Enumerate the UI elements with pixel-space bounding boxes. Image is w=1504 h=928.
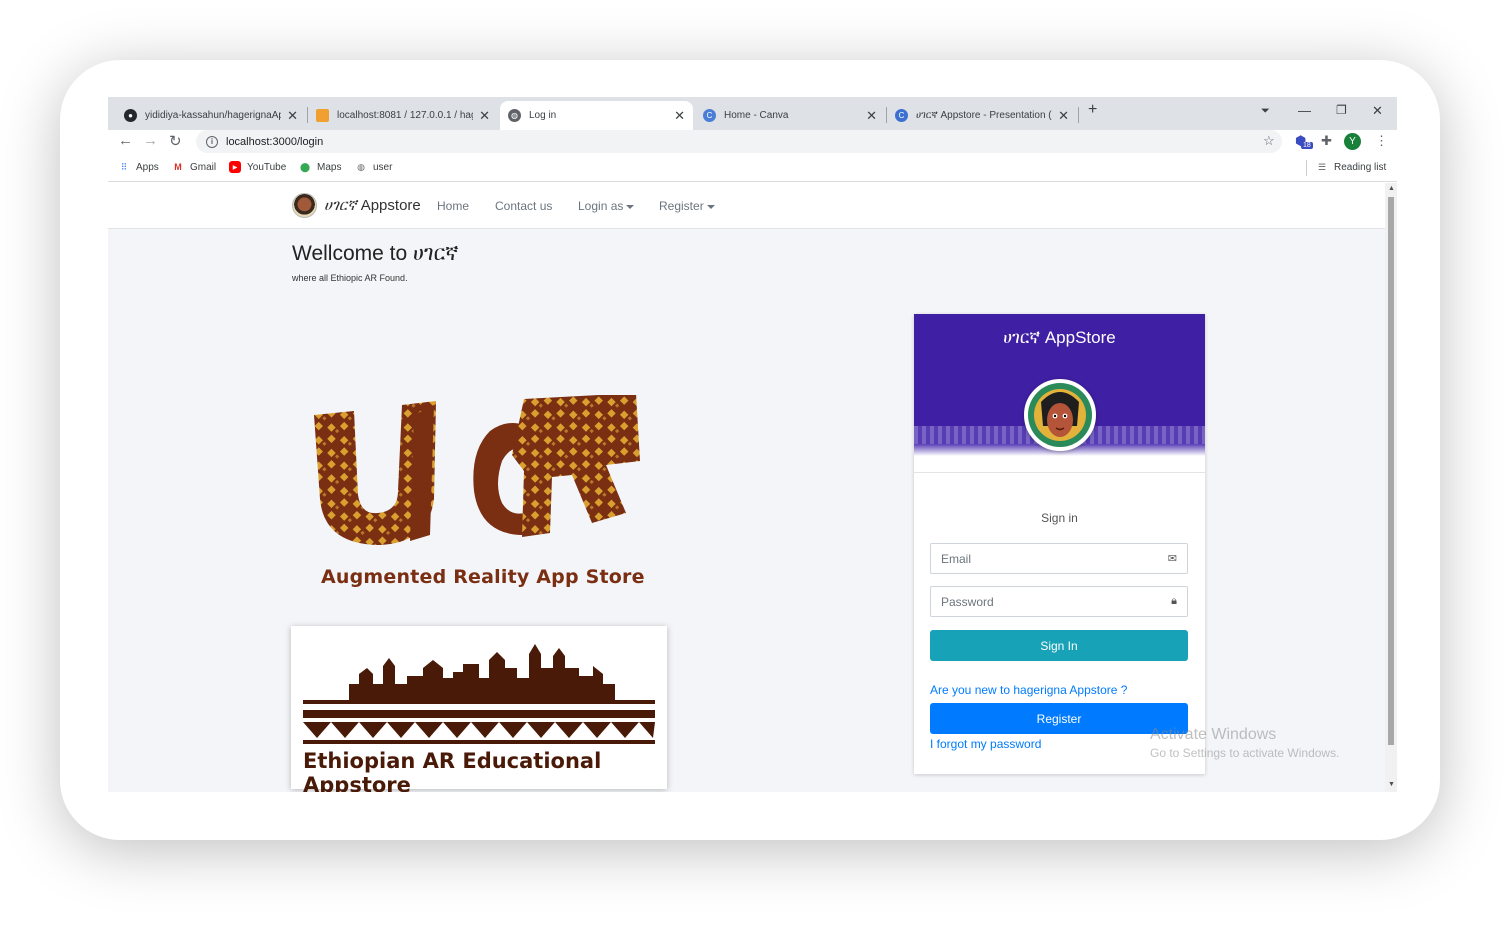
bookmarks-bar: ⠿ Apps M Gmail ▶ YouTube ⬤ Maps ◍ user ☰	[108, 154, 1397, 182]
page-scrollbar[interactable]: ▲ ▼	[1385, 183, 1397, 792]
browser-window: ● yididiya-kassahun/hagerignaApp ✕ local…	[108, 97, 1397, 792]
envelope-icon: ✉	[1167, 553, 1177, 565]
close-tab-icon[interactable]: ✕	[866, 108, 877, 124]
tab-strip: ● yididiya-kassahun/hagerignaApp ✕ local…	[108, 97, 1397, 130]
email-field[interactable]: Email ✉	[930, 543, 1188, 574]
reading-list-button[interactable]: ☰ Reading list	[1316, 161, 1386, 173]
login-divider	[914, 472, 1205, 473]
nav-register-dropdown[interactable]: Register	[659, 199, 715, 213]
windows-activation-watermark: Activate Windows Go to Settings to activ…	[1150, 726, 1340, 760]
nav-login-as-dropdown[interactable]: Login as	[578, 199, 635, 213]
close-tab-icon[interactable]: ✕	[479, 108, 490, 124]
educational-appstore-banner: Ethiopian AR Educational Appstore	[291, 626, 667, 792]
globe-icon: ◍	[357, 161, 365, 172]
screenshot-stage: ● yididiya-kassahun/hagerignaApp ✕ local…	[0, 0, 1504, 928]
apps-grid-icon: ⠿	[120, 161, 128, 172]
address-text: localhost:3000/login	[226, 135, 324, 148]
skyline-illustration	[303, 644, 655, 744]
scroll-down-arrow-icon[interactable]: ▼	[1388, 781, 1395, 788]
canva-presentation-icon: C	[895, 109, 908, 122]
password-field[interactable]: Password 🔒︎	[930, 586, 1188, 617]
new-tab-button[interactable]: +	[1088, 101, 1097, 119]
info-icon[interactable]: i	[206, 135, 218, 148]
scroll-up-arrow-icon[interactable]: ▲	[1388, 185, 1395, 192]
minimize-button[interactable]: —	[1298, 103, 1311, 118]
new-user-link[interactable]: Are you new to hagerigna Appstore ?	[930, 683, 1127, 697]
sign-in-label: Sign in	[1041, 511, 1078, 525]
avatar-illustration	[1028, 383, 1092, 447]
globe-icon: ◍	[508, 109, 521, 122]
lock-icon: 🔒︎	[1171, 595, 1177, 607]
page-viewport: ሀገርኛ Appstore Home Contact us Login as R…	[108, 183, 1385, 792]
close-tab-icon[interactable]: ✕	[1058, 108, 1069, 124]
caret-down-icon	[706, 204, 715, 209]
bookmark-user[interactable]: ◍ user	[355, 161, 392, 173]
reload-icon[interactable]: ↻	[169, 132, 182, 150]
bookmark-gmail[interactable]: M Gmail	[172, 161, 216, 173]
profile-avatar[interactable]: Y	[1344, 133, 1361, 150]
sign-in-button[interactable]: Sign In	[930, 630, 1188, 661]
close-tab-icon[interactable]: ✕	[287, 108, 298, 124]
address-bar[interactable]: i localhost:3000/login	[196, 130, 1282, 153]
tab-phpmyadmin[interactable]: localhost:8081 / 127.0.0.1 / hage ✕	[308, 101, 498, 130]
tab-login[interactable]: ◍ Log in ✕	[500, 101, 693, 130]
close-window-button[interactable]: ✕	[1372, 103, 1383, 119]
login-avatar	[1024, 379, 1096, 451]
scrollbar-thumb[interactable]	[1388, 197, 1394, 745]
bookmarks-divider	[1306, 160, 1307, 176]
tab-search-icon[interactable]: ⏷	[1261, 105, 1270, 118]
welcome-tagline: where all Ethiopic AR Found.	[292, 273, 408, 283]
welcome-heading: Wellcome to ሀገርኛ	[292, 242, 459, 265]
gmail-icon: M	[174, 162, 182, 172]
phpmyadmin-icon	[316, 109, 329, 122]
site-navbar: ሀገርኛ Appstore Home Contact us Login as R…	[108, 183, 1385, 229]
youtube-icon: ▶	[229, 161, 241, 173]
hagerigna-ar-logo	[314, 395, 640, 545]
reading-list-icon: ☰	[1317, 161, 1327, 172]
login-card: ሀገርኛ AppStore Sign in Email ✉ Password 🔒…	[914, 314, 1205, 774]
brand-name[interactable]: ሀገርኛ Appstore	[324, 197, 421, 214]
kebab-menu-icon[interactable]: ⋮	[1375, 133, 1388, 149]
nav-contact-us[interactable]: Contact us	[495, 199, 552, 213]
caret-down-icon	[626, 204, 635, 209]
tab-canva-home[interactable]: C Home - Canva ✕	[695, 101, 885, 130]
browser-toolbar: ← → ↻ i localhost:3000/login ☆ ⬢ 18 ✚ Y …	[108, 130, 1397, 154]
github-icon: ●	[124, 109, 137, 122]
close-tab-icon[interactable]: ✕	[674, 108, 685, 124]
educational-banner-caption: Ethiopian AR Educational Appstore	[303, 749, 602, 792]
forgot-password-link[interactable]: I forgot my password	[930, 737, 1041, 751]
maps-icon: ⬤	[299, 161, 311, 172]
bookmark-star-icon[interactable]: ☆	[1263, 133, 1275, 149]
bookmark-youtube[interactable]: ▶ YouTube	[229, 161, 286, 173]
tab-canva-presentation[interactable]: C ሀገርኛ Appstore - Presentation (1 ✕	[887, 101, 1077, 130]
brand-logo[interactable]	[292, 193, 317, 218]
puzzle-extensions-icon[interactable]: ✚	[1321, 133, 1332, 149]
tab-github[interactable]: ● yididiya-kassahun/hagerignaApp ✕	[116, 101, 306, 130]
bookmark-apps[interactable]: ⠿ Apps	[118, 161, 159, 173]
login-card-title: ሀገርኛ AppStore	[1003, 328, 1116, 347]
ar-logo-caption: Augmented Reality App Store	[321, 566, 645, 588]
bookmark-maps[interactable]: ⬤ Maps	[299, 161, 342, 173]
nav-home[interactable]: Home	[437, 199, 469, 213]
canva-icon: C	[703, 109, 716, 122]
tab-separator	[1078, 107, 1079, 123]
forward-arrow-icon[interactable]: →	[143, 132, 158, 149]
back-arrow-icon[interactable]: ←	[118, 132, 133, 149]
restore-button[interactable]: ❐	[1336, 103, 1347, 117]
extension-badge-count: 18	[1301, 142, 1313, 149]
